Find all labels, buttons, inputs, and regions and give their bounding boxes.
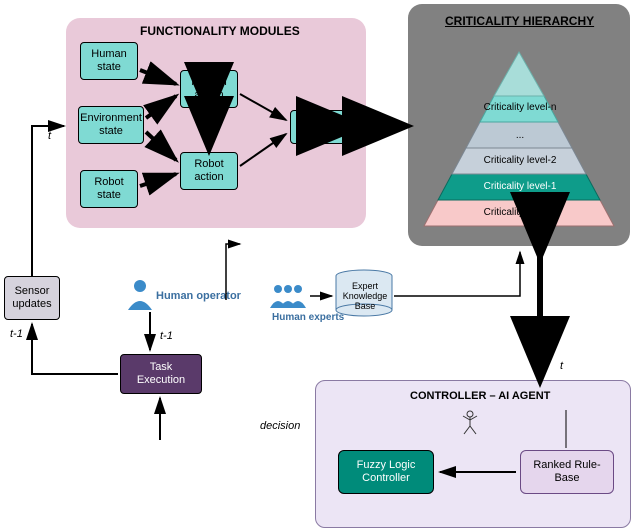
fuzzy-logic-label: Fuzzy Logic Controller	[343, 459, 429, 485]
sensor-updates-box: Sensor updates	[4, 276, 60, 320]
task-execution-box: Task Execution	[120, 354, 202, 394]
fuzzy-logic-box: Fuzzy Logic Controller	[338, 450, 434, 494]
environment-state-box: Environment state	[78, 106, 144, 144]
functionality-modules-title: FUNCTIONALITY MODULES	[140, 24, 300, 38]
human-action-label: Human action	[185, 76, 233, 102]
environment-state-label: Environment state	[80, 112, 142, 138]
human-experts-label: Human experts	[272, 312, 344, 323]
robot-action-box: Robot action	[180, 152, 238, 190]
context-box: Context	[290, 110, 350, 144]
ranked-rulebase-label: Ranked Rule-Base	[525, 459, 609, 485]
level-0-label: Criticality level-0	[460, 207, 580, 218]
decision-label: decision	[260, 420, 300, 432]
ekb-label: Expert Knowledge Base	[338, 282, 392, 312]
t-label-task: t	[158, 400, 161, 412]
criticality-hierarchy-title: CRITICALITY HIERARCHY	[445, 14, 594, 28]
task-execution-label: Task Execution	[125, 361, 197, 387]
sensor-updates-label: Sensor updates	[9, 285, 55, 311]
t-label-left: t	[48, 130, 51, 142]
level-dots-label: ...	[480, 130, 560, 141]
human-operator-label: Human operator	[156, 290, 241, 302]
human-state-box: Human state	[80, 42, 138, 80]
level-n-label: Criticality level-n	[480, 102, 560, 113]
human-state-label: Human state	[85, 48, 133, 74]
controller-title: CONTROLLER – AI AGENT	[410, 390, 550, 402]
ranked-rulebase-box: Ranked Rule-Base	[520, 450, 614, 494]
context-label: Context	[301, 120, 339, 133]
t-label-hierarchy: t	[560, 360, 563, 372]
robot-action-label: Robot action	[185, 158, 233, 184]
human-action-box: Human action	[180, 70, 238, 108]
level-1-label: Criticality level-1	[465, 181, 575, 192]
robot-state-box: Robot state	[80, 170, 138, 208]
level-2-label: Criticality level-2	[470, 155, 570, 166]
tm1-label-sensor: t-1	[10, 328, 23, 340]
tm1-label-operator: t-1	[160, 330, 173, 342]
robot-state-label: Robot state	[85, 176, 133, 202]
